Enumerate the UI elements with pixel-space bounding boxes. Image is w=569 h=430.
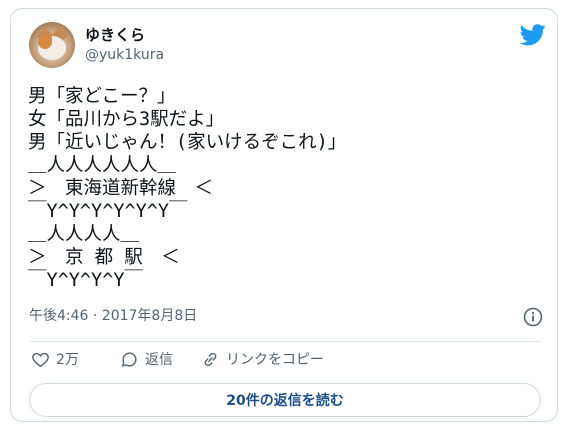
twitter-bird-icon[interactable] xyxy=(520,24,546,46)
info-icon[interactable] xyxy=(523,307,543,327)
tweet-card: ゆきくら @yuk1kura 男「家どこー？」 女「品川から3駅だよ」 男「近い… xyxy=(10,8,558,422)
copy-link-label: リンクをコピー xyxy=(226,352,324,368)
user-handle[interactable]: @yuk1kura xyxy=(85,46,164,64)
tweet-text: 男「家どこー？」 女「品川から3駅だよ」 男「近いじゃん！(家いけるぞこれ)」 … xyxy=(28,86,347,291)
tweet-timestamp[interactable]: 午後4:46 · 2017年8月8日 xyxy=(29,307,197,325)
avatar[interactable] xyxy=(29,22,75,68)
reply-label: 返信 xyxy=(145,352,173,368)
like-count: 2万 xyxy=(56,352,79,368)
divider xyxy=(29,341,541,342)
user-name[interactable]: ゆきくら xyxy=(85,25,145,45)
read-replies-button[interactable]: 20件の返信を読む xyxy=(29,383,541,417)
reply-bubble-icon xyxy=(121,351,137,367)
like-button[interactable]: 2万 xyxy=(31,347,79,371)
link-icon xyxy=(204,352,217,366)
reply-action-button[interactable]: 返信 xyxy=(120,347,173,371)
copy-link-button[interactable]: リンクをコピー xyxy=(201,347,324,371)
heart-icon xyxy=(32,352,49,367)
